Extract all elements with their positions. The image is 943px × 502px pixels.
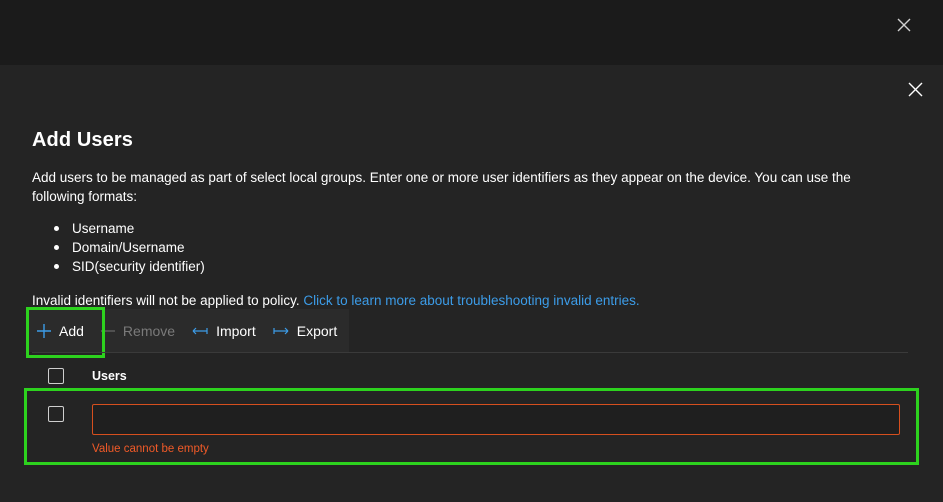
table-header: Users <box>32 352 908 398</box>
add-button-label: Add <box>59 322 84 339</box>
plus-icon <box>36 323 52 339</box>
validation-error: Value cannot be empty <box>92 443 209 455</box>
column-header-users: Users <box>92 369 127 383</box>
import-button[interactable]: Import <box>183 309 264 352</box>
users-table: Users <box>32 352 908 398</box>
close-icon <box>908 82 923 97</box>
bullet <box>54 245 59 250</box>
export-button-label: Export <box>296 322 338 339</box>
bullet <box>54 264 59 269</box>
list-item: SID(security identifier) <box>32 257 205 276</box>
dialog-description: Add users to be managed as part of selec… <box>32 170 851 204</box>
export-icon <box>272 323 290 339</box>
import-button-label: Import <box>216 322 256 339</box>
user-identifier-input[interactable] <box>92 404 900 435</box>
row-checkbox[interactable] <box>48 406 64 422</box>
list-item: Domain/Username <box>32 238 205 257</box>
panel-close-button[interactable] <box>905 79 927 101</box>
close-icon <box>897 18 911 32</box>
invalid-identifiers-note: Invalid identifiers will not be applied … <box>32 291 640 310</box>
list-item: Username <box>32 219 205 238</box>
outer-top-bar <box>0 0 943 65</box>
page-title: Add Users <box>32 129 133 151</box>
import-icon <box>191 323 209 339</box>
format-label: Domain/Username <box>72 240 185 255</box>
bullet <box>54 226 59 231</box>
invalid-note-text: Invalid identifiers will not be applied … <box>32 293 300 308</box>
format-label: SID(security identifier) <box>72 259 205 274</box>
select-all-checkbox[interactable] <box>48 368 64 384</box>
format-label: Username <box>72 221 135 236</box>
remove-button-label: Remove <box>122 322 176 339</box>
minus-icon <box>100 323 116 339</box>
troubleshooting-link[interactable]: Click to learn more about troubleshootin… <box>303 293 639 308</box>
formats-list: Username Domain/Username SID(security id… <box>32 219 205 276</box>
remove-button[interactable]: Remove <box>92 309 183 352</box>
outer-close-button[interactable] <box>893 14 915 36</box>
add-button[interactable]: Add <box>28 309 92 352</box>
export-button[interactable]: Export <box>264 309 345 352</box>
users-toolbar: Add Remove Import Export <box>28 309 349 352</box>
add-users-panel: Add Users Add users to be managed as par… <box>0 65 943 502</box>
